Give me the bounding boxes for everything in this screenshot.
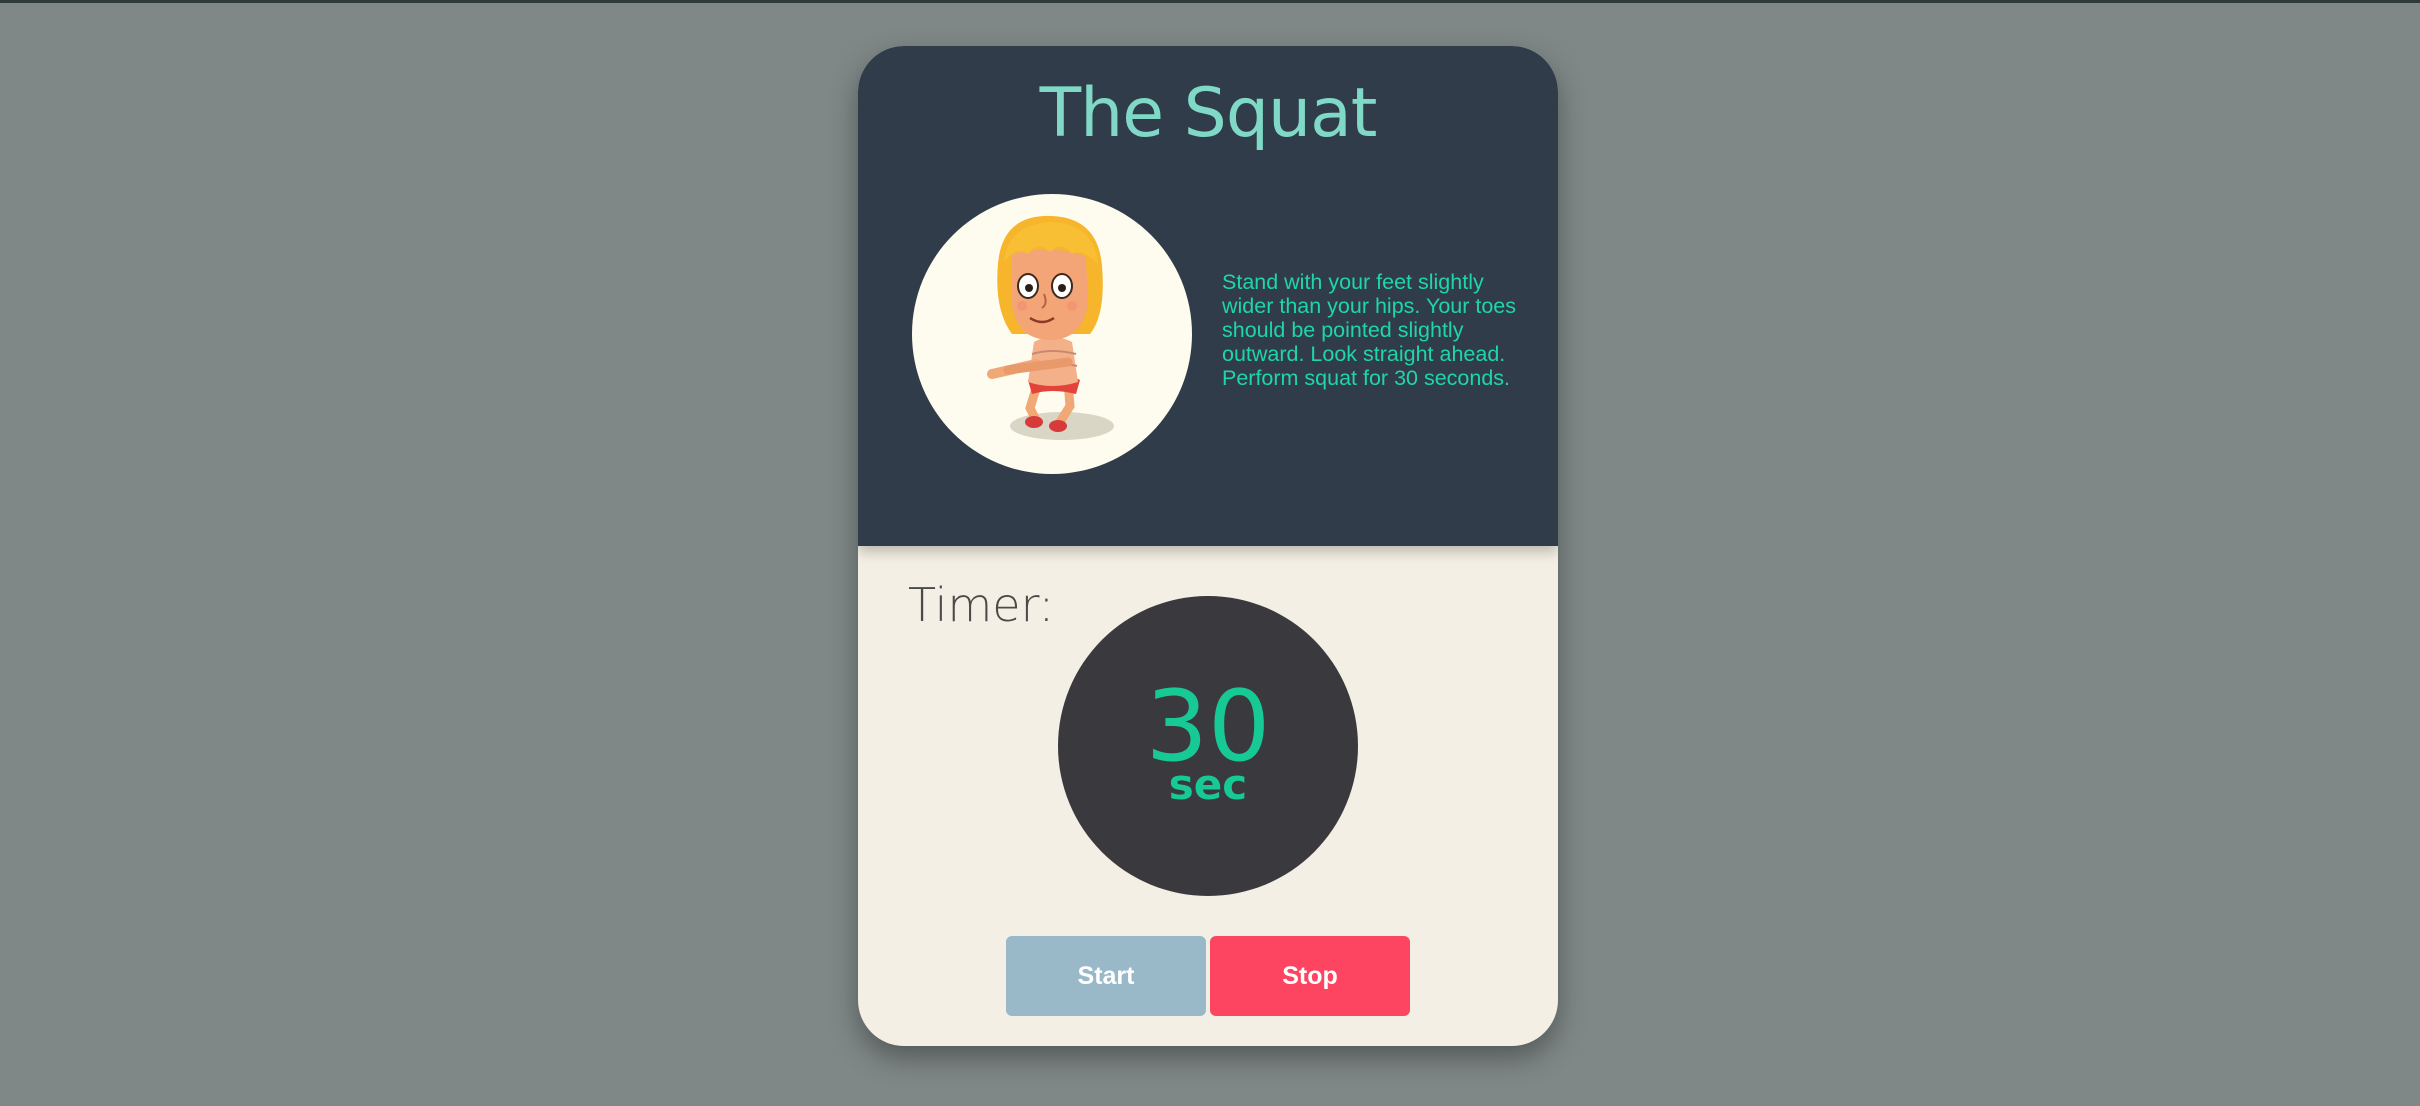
start-button[interactable]: Start	[1006, 936, 1206, 1016]
timer-dial: 30 sec	[1058, 596, 1358, 896]
window-top-edge	[0, 0, 2420, 3]
timer-unit: sec	[1168, 760, 1248, 809]
squatting-character-icon	[987, 215, 1114, 440]
squat-illustration	[912, 194, 1192, 474]
exercise-description: Stand with your feet slightly wider than…	[1222, 270, 1517, 390]
timer-label: Timer:	[908, 578, 1055, 632]
stop-button[interactable]: Stop	[1210, 936, 1410, 1016]
exercise-title: The Squat	[1039, 74, 1378, 153]
exercise-card: The Squat Stand with your feet slightly …	[858, 46, 1558, 1046]
exercise-header: The Squat Stand with your feet slightly …	[858, 46, 1558, 546]
